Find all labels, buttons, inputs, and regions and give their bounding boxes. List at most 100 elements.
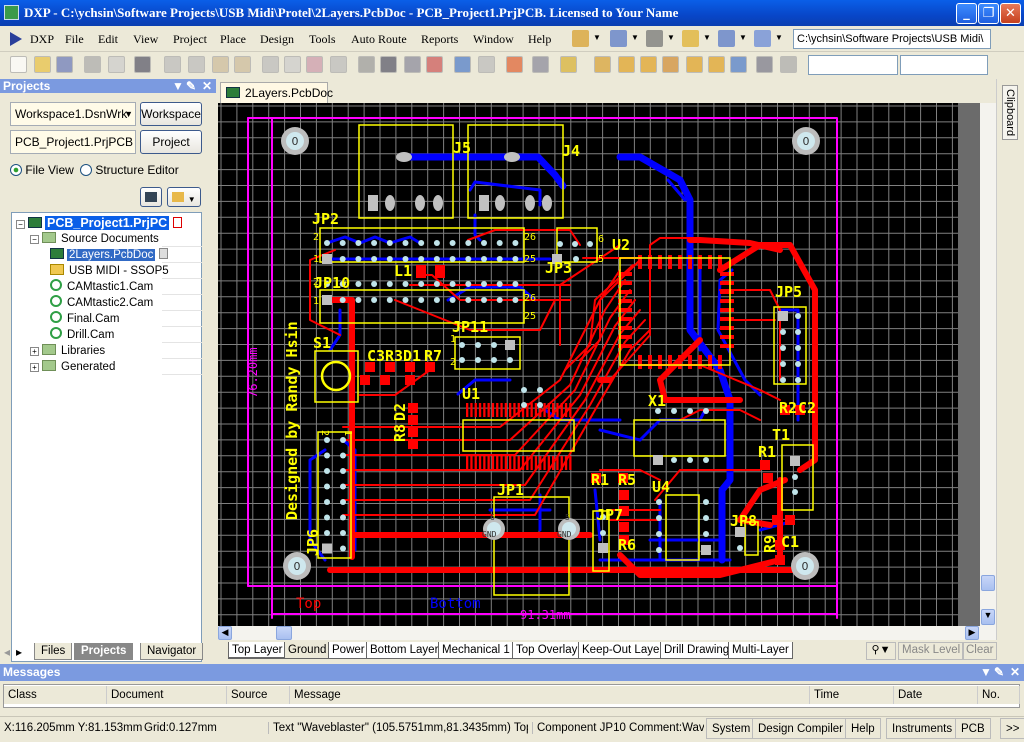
via-pad[interactable] <box>512 256 519 262</box>
smd-pad[interactable] <box>483 456 486 470</box>
smd-pad[interactable] <box>534 456 538 470</box>
via-pad[interactable] <box>371 240 378 246</box>
via-pad[interactable] <box>340 437 346 443</box>
chevron-down-icon[interactable]: ▼ <box>631 33 639 42</box>
panel-close-icon[interactable]: ✕ <box>202 79 212 93</box>
square-pad[interactable] <box>653 455 663 465</box>
smd-pad[interactable] <box>564 456 568 470</box>
smd-pad[interactable] <box>720 326 734 330</box>
tree-item[interactable]: − Source Documents <box>30 231 161 247</box>
via-pad[interactable] <box>475 357 481 363</box>
toolbar-dropdown-icon[interactable] <box>572 30 589 47</box>
smd-pad[interactable] <box>569 456 572 470</box>
square-pad[interactable] <box>790 456 800 466</box>
via-pad[interactable] <box>449 240 456 246</box>
pcb-drawing[interactable]: 0 00 0J5 J4JP2JP3L1JP10JP11S1C3 R3 D1 R7U1U2X1… <box>218 103 980 626</box>
menu-edit[interactable]: Edit <box>98 32 118 47</box>
via-pad[interactable] <box>792 474 798 480</box>
tree-item[interactable]: USB MIDI - SSOP5 <box>50 263 171 279</box>
smd-pad[interactable] <box>658 355 662 369</box>
smd-pad[interactable] <box>698 355 702 369</box>
square-pad[interactable] <box>322 543 332 554</box>
smd-pad[interactable] <box>474 456 477 470</box>
string-icon[interactable] <box>756 56 773 73</box>
smd-pad[interactable] <box>720 290 734 294</box>
smd-pad[interactable] <box>534 403 538 417</box>
via-pad[interactable] <box>386 256 393 262</box>
smd-pad[interactable] <box>720 317 734 321</box>
browse-component-icon[interactable] <box>532 56 549 73</box>
via-pad[interactable] <box>537 402 543 408</box>
via-pad[interactable] <box>481 281 487 287</box>
rubber-stamp-icon[interactable] <box>330 56 347 73</box>
via-pad[interactable] <box>491 342 497 348</box>
smd-pad[interactable] <box>517 456 520 470</box>
via-pad[interactable] <box>496 240 503 246</box>
via-pad[interactable] <box>587 241 593 247</box>
tree-item[interactable]: + Generated <box>30 359 117 375</box>
minimize-button[interactable]: _ <box>956 3 977 24</box>
via-pad[interactable] <box>355 281 362 287</box>
smd-pad[interactable] <box>543 456 546 470</box>
smd-pad[interactable] <box>530 403 533 417</box>
mask-level-button[interactable]: Mask Level <box>898 642 965 660</box>
via-pad[interactable] <box>324 530 330 536</box>
restore-button[interactable]: ❐ <box>978 3 999 24</box>
square-pad[interactable] <box>778 311 788 321</box>
smd-pad[interactable] <box>466 456 469 470</box>
square-pad[interactable] <box>505 340 515 350</box>
smd-pad[interactable] <box>648 255 652 269</box>
smd-pad[interactable] <box>560 456 563 470</box>
toolbar-dropdown-icon[interactable] <box>610 30 627 47</box>
tab-files[interactable]: Files <box>34 643 73 660</box>
chevron-down-icon[interactable]: ▼ <box>739 33 747 42</box>
smd-pad[interactable] <box>678 255 682 269</box>
via-pad[interactable] <box>459 357 465 363</box>
print-preview-icon[interactable] <box>108 56 125 73</box>
via-pad[interactable] <box>481 256 487 262</box>
via-pad[interactable] <box>795 329 801 335</box>
via-pad[interactable] <box>324 437 330 443</box>
smd-pad[interactable] <box>718 255 722 269</box>
smd-pad[interactable] <box>500 403 503 417</box>
chevron-down-icon[interactable]: ▼ <box>703 33 711 42</box>
smd-pad[interactable] <box>513 456 516 470</box>
via-pad[interactable] <box>386 281 393 287</box>
smd-pad[interactable] <box>772 515 782 525</box>
toolbar-dropdown-icon[interactable] <box>682 30 699 47</box>
via-pad[interactable] <box>324 452 330 459</box>
smd-pad[interactable] <box>720 281 734 285</box>
oval-pad[interactable] <box>495 195 505 211</box>
cross-probe-icon[interactable] <box>506 56 523 73</box>
menu-dxp[interactable]: DXP <box>30 32 54 47</box>
via-pad[interactable] <box>780 329 786 335</box>
collapse-icon[interactable]: − <box>16 220 25 229</box>
via-pad[interactable] <box>355 256 362 262</box>
arc-icon[interactable] <box>662 56 679 73</box>
via-pad[interactable] <box>339 256 346 262</box>
via-pad[interactable] <box>418 281 425 287</box>
scroll-left-icon[interactable]: ◀ <box>218 626 232 640</box>
square-pad[interactable] <box>322 254 332 264</box>
via-pad[interactable] <box>324 468 330 474</box>
smd-pad[interactable] <box>668 355 672 369</box>
menu-reports[interactable]: Reports <box>421 32 458 47</box>
via-pad[interactable] <box>465 281 472 287</box>
via-pad[interactable] <box>512 240 519 246</box>
via-pad[interactable] <box>671 408 677 414</box>
via-pad[interactable] <box>355 297 362 303</box>
cut-icon[interactable] <box>262 56 279 73</box>
via-pad[interactable] <box>418 256 425 262</box>
via-pad[interactable] <box>339 297 346 303</box>
oval-pad[interactable] <box>525 195 535 211</box>
via-pad[interactable] <box>324 240 330 246</box>
compile-button[interactable] <box>140 187 162 207</box>
tree-item[interactable]: + Libraries <box>30 343 107 359</box>
zoom-area-icon[interactable] <box>188 56 205 73</box>
smd-pad[interactable] <box>539 456 542 470</box>
select-area-icon[interactable] <box>358 56 375 73</box>
scroll-right-icon[interactable]: ▶ <box>965 626 979 640</box>
layer-set-combo[interactable] <box>808 55 898 75</box>
via-pad[interactable] <box>703 457 709 463</box>
save-icon[interactable] <box>56 56 73 73</box>
